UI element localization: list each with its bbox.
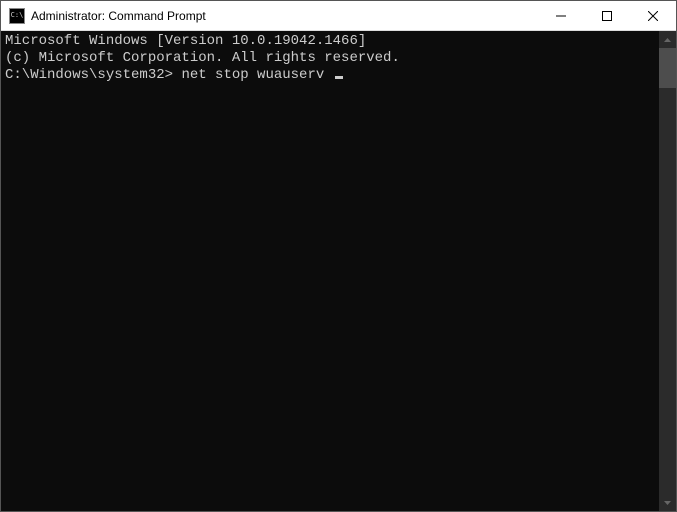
command-prompt-window: C:\ Administrator: Command Prompt Micros…: [0, 0, 677, 512]
chevron-down-icon: [664, 501, 671, 505]
window-title: Administrator: Command Prompt: [31, 9, 206, 23]
command-text: net stop wuauserv: [181, 67, 324, 83]
titlebar-left: C:\ Administrator: Command Prompt: [1, 8, 538, 24]
scroll-down-button[interactable]: [659, 494, 676, 511]
prompt-text: C:\Windows\system32>: [5, 67, 173, 83]
maximize-button[interactable]: [584, 1, 630, 30]
scroll-thumb[interactable]: [659, 48, 676, 88]
scroll-up-button[interactable]: [659, 31, 676, 48]
cmd-icon-text: C:\: [11, 12, 24, 19]
maximize-icon: [602, 11, 612, 21]
titlebar[interactable]: C:\ Administrator: Command Prompt: [1, 1, 676, 31]
minimize-icon: [556, 11, 566, 21]
text-cursor: [335, 76, 343, 79]
close-icon: [648, 11, 658, 21]
close-button[interactable]: [630, 1, 676, 30]
prompt-line: C:\Windows\system32> net stop wuauserv: [5, 67, 655, 84]
chevron-up-icon: [664, 38, 671, 42]
version-line: Microsoft Windows [Version 10.0.19042.14…: [5, 33, 655, 50]
terminal-output[interactable]: Microsoft Windows [Version 10.0.19042.14…: [1, 31, 659, 511]
copyright-line: (c) Microsoft Corporation. All rights re…: [5, 50, 655, 67]
minimize-button[interactable]: [538, 1, 584, 30]
cmd-icon: C:\: [9, 8, 25, 24]
vertical-scrollbar[interactable]: [659, 31, 676, 511]
client-area: Microsoft Windows [Version 10.0.19042.14…: [1, 31, 676, 511]
window-controls: [538, 1, 676, 30]
